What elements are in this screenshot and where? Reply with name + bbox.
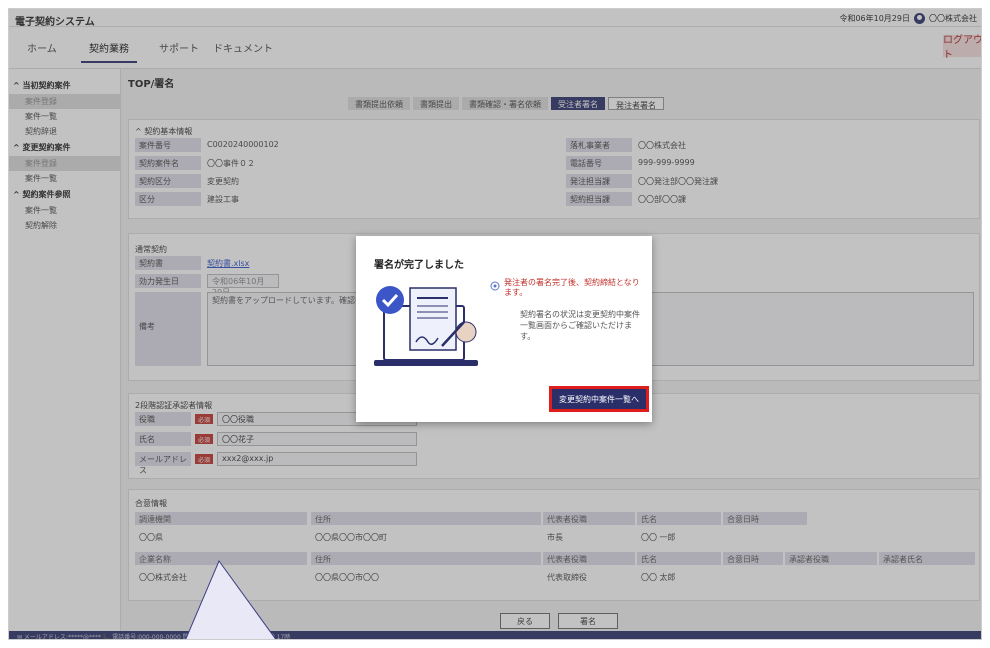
signing-illustration-icon [374,286,478,366]
completion-dialog: 署名が完了しました 発注者の署名完了後、契約締結となります。 契約署名の状況は変… [356,236,652,422]
dialog-description: 契約署名の状況は変更契約中案件一覧画面からご確認いただけます。 [520,310,640,341]
go-to-change-contract-list-button[interactable]: 変更契約中案件一覧へ [549,386,649,412]
dialog-note: 発注者の署名完了後、契約締結となります。 [504,278,640,297]
info-icon [490,281,500,291]
dialog-title: 署名が完了しました [374,260,464,271]
app-window: 電子契約システム 令和06年10月29日 〇〇株式会社 ホーム 契約業務 サポー… [8,8,982,640]
